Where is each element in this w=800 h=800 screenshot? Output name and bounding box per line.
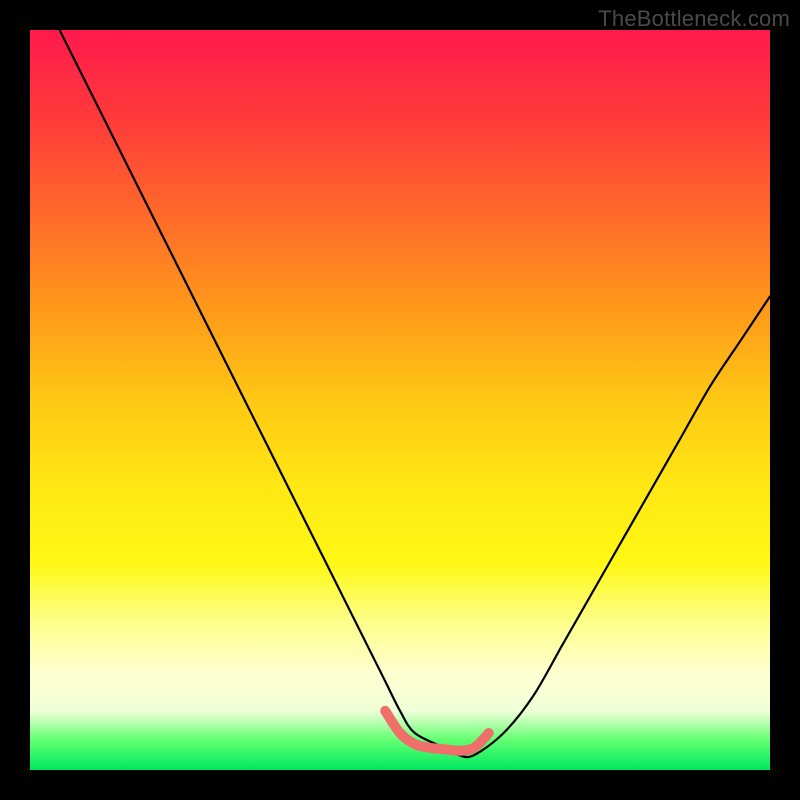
optimal-range-highlight <box>385 711 489 751</box>
plot-area <box>30 30 770 770</box>
curve-svg <box>30 30 770 770</box>
chart-frame: TheBottleneck.com <box>0 0 800 800</box>
bottleneck-curve <box>60 30 770 757</box>
watermark-text: TheBottleneck.com <box>598 6 790 32</box>
